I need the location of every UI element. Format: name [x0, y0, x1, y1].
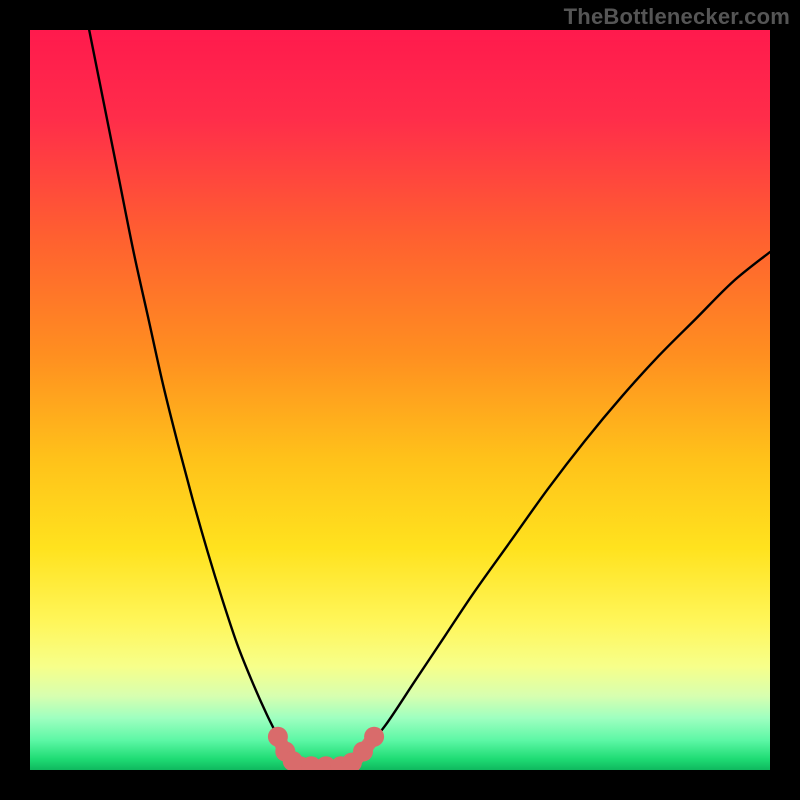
gradient-background — [30, 30, 770, 770]
marker-point — [364, 727, 384, 747]
bottleneck-chart — [30, 30, 770, 770]
attribution-text: TheBottlenecker.com — [564, 4, 790, 30]
chart-frame — [30, 30, 770, 770]
